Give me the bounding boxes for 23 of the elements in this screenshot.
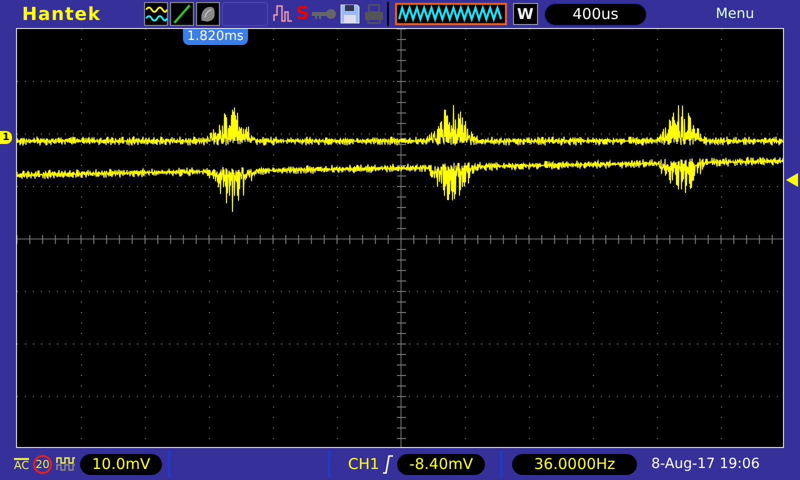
trigger-source[interactable]: CH1 [348,455,380,473]
time-cursor-label: 1.820ms [183,29,248,45]
persistence-icon[interactable] [196,2,220,26]
status-letter: S [296,4,309,24]
brand-logo: Hantek [22,4,102,24]
square-wave-icon[interactable] [56,456,76,472]
waveform-icon[interactable] [394,2,507,26]
menu-button[interactable]: Menu [670,6,800,22]
trigger-level-marker[interactable] [786,173,798,187]
pulse-icon[interactable] [272,3,294,25]
date-time: 8-Aug-17 19:06 [651,456,760,472]
timebase-mode[interactable]: W [512,3,538,25]
frequency-readout: 36.0000Hz [512,454,638,474]
rising-edge-icon[interactable] [382,454,394,474]
dual-wave-icon[interactable] [144,2,168,26]
coupling-label[interactable]: AC [14,458,30,470]
channel-marker[interactable]: 1 [0,131,12,144]
trigger-level[interactable]: -8.40mV [397,454,485,474]
channel-scale[interactable]: 10.0mV [80,454,162,474]
save-icon[interactable] [338,3,361,25]
bandwidth-limit-badge[interactable]: 20 [33,454,52,474]
timebase-value[interactable]: 400us [544,2,648,26]
empty-slot [222,2,268,26]
